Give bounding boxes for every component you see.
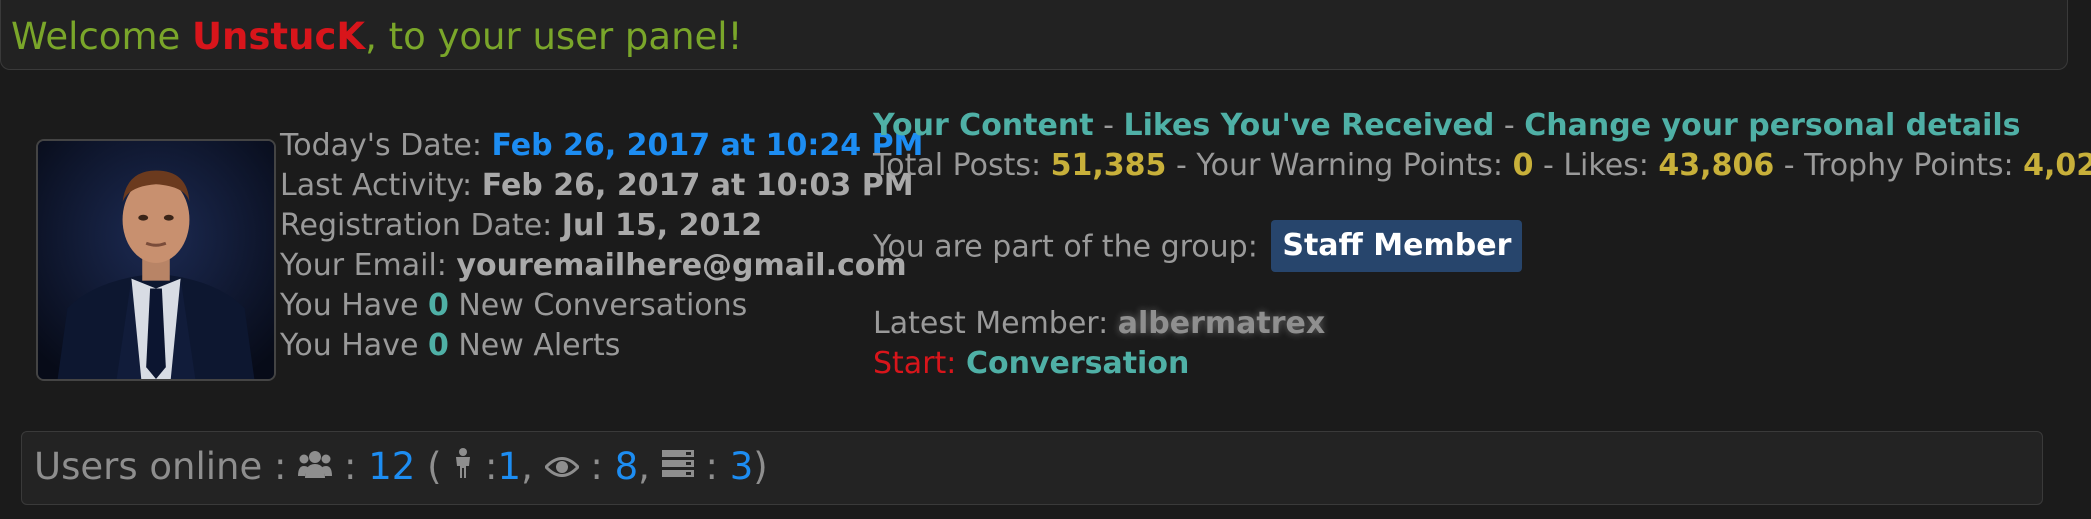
registration-date-row: Registration Date: Jul 15, 2012 (280, 206, 923, 246)
welcome-bar: Welcome UnstucK, to your user panel! (0, 0, 2068, 70)
email-label: Your Email: (280, 248, 457, 283)
username[interactable]: UnstucK (192, 15, 365, 58)
posts-value: 51,385 (1050, 148, 1167, 183)
trophy-label: - Trophy Points: (1774, 148, 2024, 183)
link-separator: - (1093, 108, 1124, 143)
likes-received-link[interactable]: Likes You've Received (1123, 108, 1494, 143)
todays-date-label: Today's Date: (280, 128, 492, 163)
welcome-prefix: Welcome (11, 15, 193, 58)
server-icon (661, 443, 694, 489)
welcome-message: Welcome UnstucK, to your user panel! (11, 15, 742, 58)
account-info: Today's Date: Feb 26, 2017 at 10:24 PM L… (280, 126, 923, 366)
start-conversation-link[interactable]: Conversation (966, 346, 1189, 381)
latest-member-label: Latest Member: (873, 306, 1118, 341)
online-total[interactable]: 12 (368, 445, 415, 488)
online-robots[interactable]: 3 (730, 445, 754, 488)
last-activity-label: Last Activity: (280, 168, 482, 203)
latest-member-name[interactable]: albermatrex (1118, 306, 1325, 341)
your-content-link[interactable]: Your Content (873, 108, 1094, 143)
colon: : (332, 445, 369, 488)
conversations-row: You Have 0 New Conversations (280, 286, 923, 326)
conversations-prefix: You Have (280, 288, 428, 323)
alerts-row: You Have 0 New Alerts (280, 326, 923, 366)
user-links: Your Content - Likes You've Received - C… (873, 106, 2021, 146)
users-online-row: Users online : : 12 ( :1, : 8, : 3) (34, 444, 768, 492)
alerts-suffix: New Alerts (448, 328, 621, 363)
todays-date-row: Today's Date: Feb 26, 2017 at 10:24 PM (280, 126, 923, 166)
group-label: You are part of the group: (873, 229, 1268, 265)
conversations-suffix: New Conversations (448, 288, 748, 323)
staff-member-badge[interactable]: Staff Member (1271, 220, 1523, 272)
user-stats: Total Posts: 51,385 - Your Warning Point… (873, 146, 2091, 186)
user-icon (453, 443, 473, 489)
close-paren: ) (753, 445, 768, 488)
email-row: Your Email: youremailhere@gmail.com (280, 246, 923, 286)
online-members[interactable]: 1 (498, 445, 522, 488)
posts-label: Total Posts: (873, 148, 1051, 183)
group-row: You are part of the group: Staff Member (873, 220, 1523, 274)
likes-label: - Likes: (1533, 148, 1659, 183)
alerts-prefix: You Have (280, 328, 428, 363)
warning-value: 0 (1512, 148, 1534, 183)
avatar-image (38, 141, 274, 379)
colon: : (473, 445, 498, 488)
users-icon (298, 443, 333, 489)
avatar[interactable] (36, 139, 276, 381)
warning-label: - Your Warning Points: (1166, 148, 1513, 183)
eye-icon (543, 443, 580, 489)
email-value: youremailhere@gmail.com (456, 248, 907, 283)
users-online-label: Users online : (34, 445, 299, 488)
colon: : (578, 445, 615, 488)
last-activity-value: Feb 26, 2017 at 10:03 PM (481, 168, 914, 203)
trophy-value: 4,027 (2023, 148, 2091, 183)
last-activity-row: Last Activity: Feb 26, 2017 at 10:03 PM (280, 166, 923, 206)
new-alerts-count[interactable]: 0 (428, 328, 449, 363)
users-online-bar: Users online : : 12 ( :1, : 8, : 3) (21, 431, 2043, 505)
new-conversations-count[interactable]: 0 (428, 288, 449, 323)
registration-date-value: Jul 15, 2012 (561, 208, 763, 243)
comma: , (521, 445, 545, 488)
personal-details-link[interactable]: Change your personal details (1524, 108, 2020, 143)
start-row: Start: Conversation (873, 344, 1189, 384)
online-guests[interactable]: 8 (615, 445, 639, 488)
likes-value: 43,806 (1658, 148, 1775, 183)
comma: , (638, 445, 662, 488)
colon: : (693, 445, 730, 488)
link-separator: - (1494, 108, 1525, 143)
open-paren: ( (415, 445, 454, 488)
todays-date-value: Feb 26, 2017 at 10:24 PM (491, 128, 924, 163)
welcome-suffix: , to your user panel! (365, 15, 743, 58)
start-label: Start: (873, 346, 966, 381)
registration-date-label: Registration Date: (280, 208, 562, 243)
latest-member-row: Latest Member: albermatrex (873, 304, 1325, 344)
